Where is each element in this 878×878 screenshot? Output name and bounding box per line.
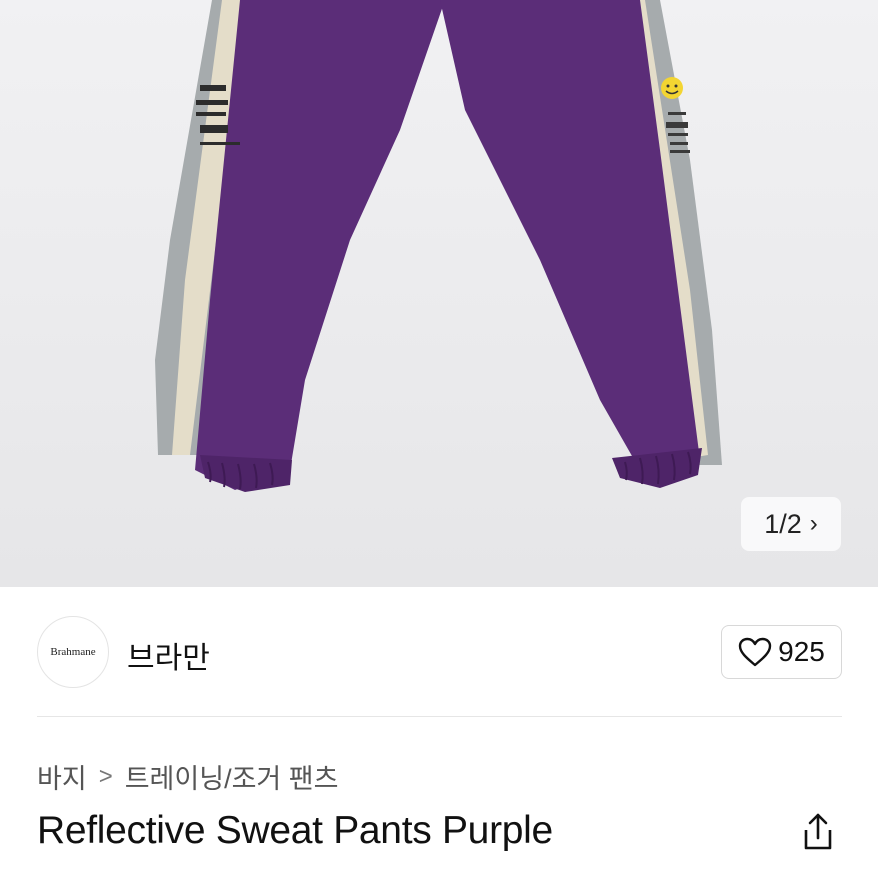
product-title: Reflective Sweat Pants Purple — [37, 809, 553, 852]
heart-icon — [738, 637, 772, 667]
breadcrumb-item-subcategory[interactable]: 트레이닝/조거 팬츠 — [125, 757, 339, 796]
breadcrumb: 바지 > 트레이닝/조거 팬츠 — [37, 757, 338, 796]
breadcrumb-item-category[interactable]: 바지 — [37, 757, 87, 796]
image-counter-text: 1/2 — [764, 508, 802, 539]
product-image-gallery[interactable]: 1/2 › — [0, 0, 878, 587]
image-counter-button[interactable]: 1/2 › — [741, 497, 841, 551]
chevron-right-icon: › — [809, 510, 818, 537]
like-count: 925 — [778, 636, 825, 667]
brand-name[interactable]: 브라만 — [127, 633, 210, 677]
section-divider — [37, 716, 842, 717]
share-icon[interactable] — [800, 812, 836, 852]
brand-row: Brahmane 브라만 925 — [37, 616, 842, 688]
brand-logo[interactable]: Brahmane — [37, 616, 109, 688]
brand-logo-text: Brahmane — [50, 646, 96, 658]
chevron-right-icon: > — [98, 762, 113, 790]
like-button[interactable]: 925 — [721, 625, 842, 679]
